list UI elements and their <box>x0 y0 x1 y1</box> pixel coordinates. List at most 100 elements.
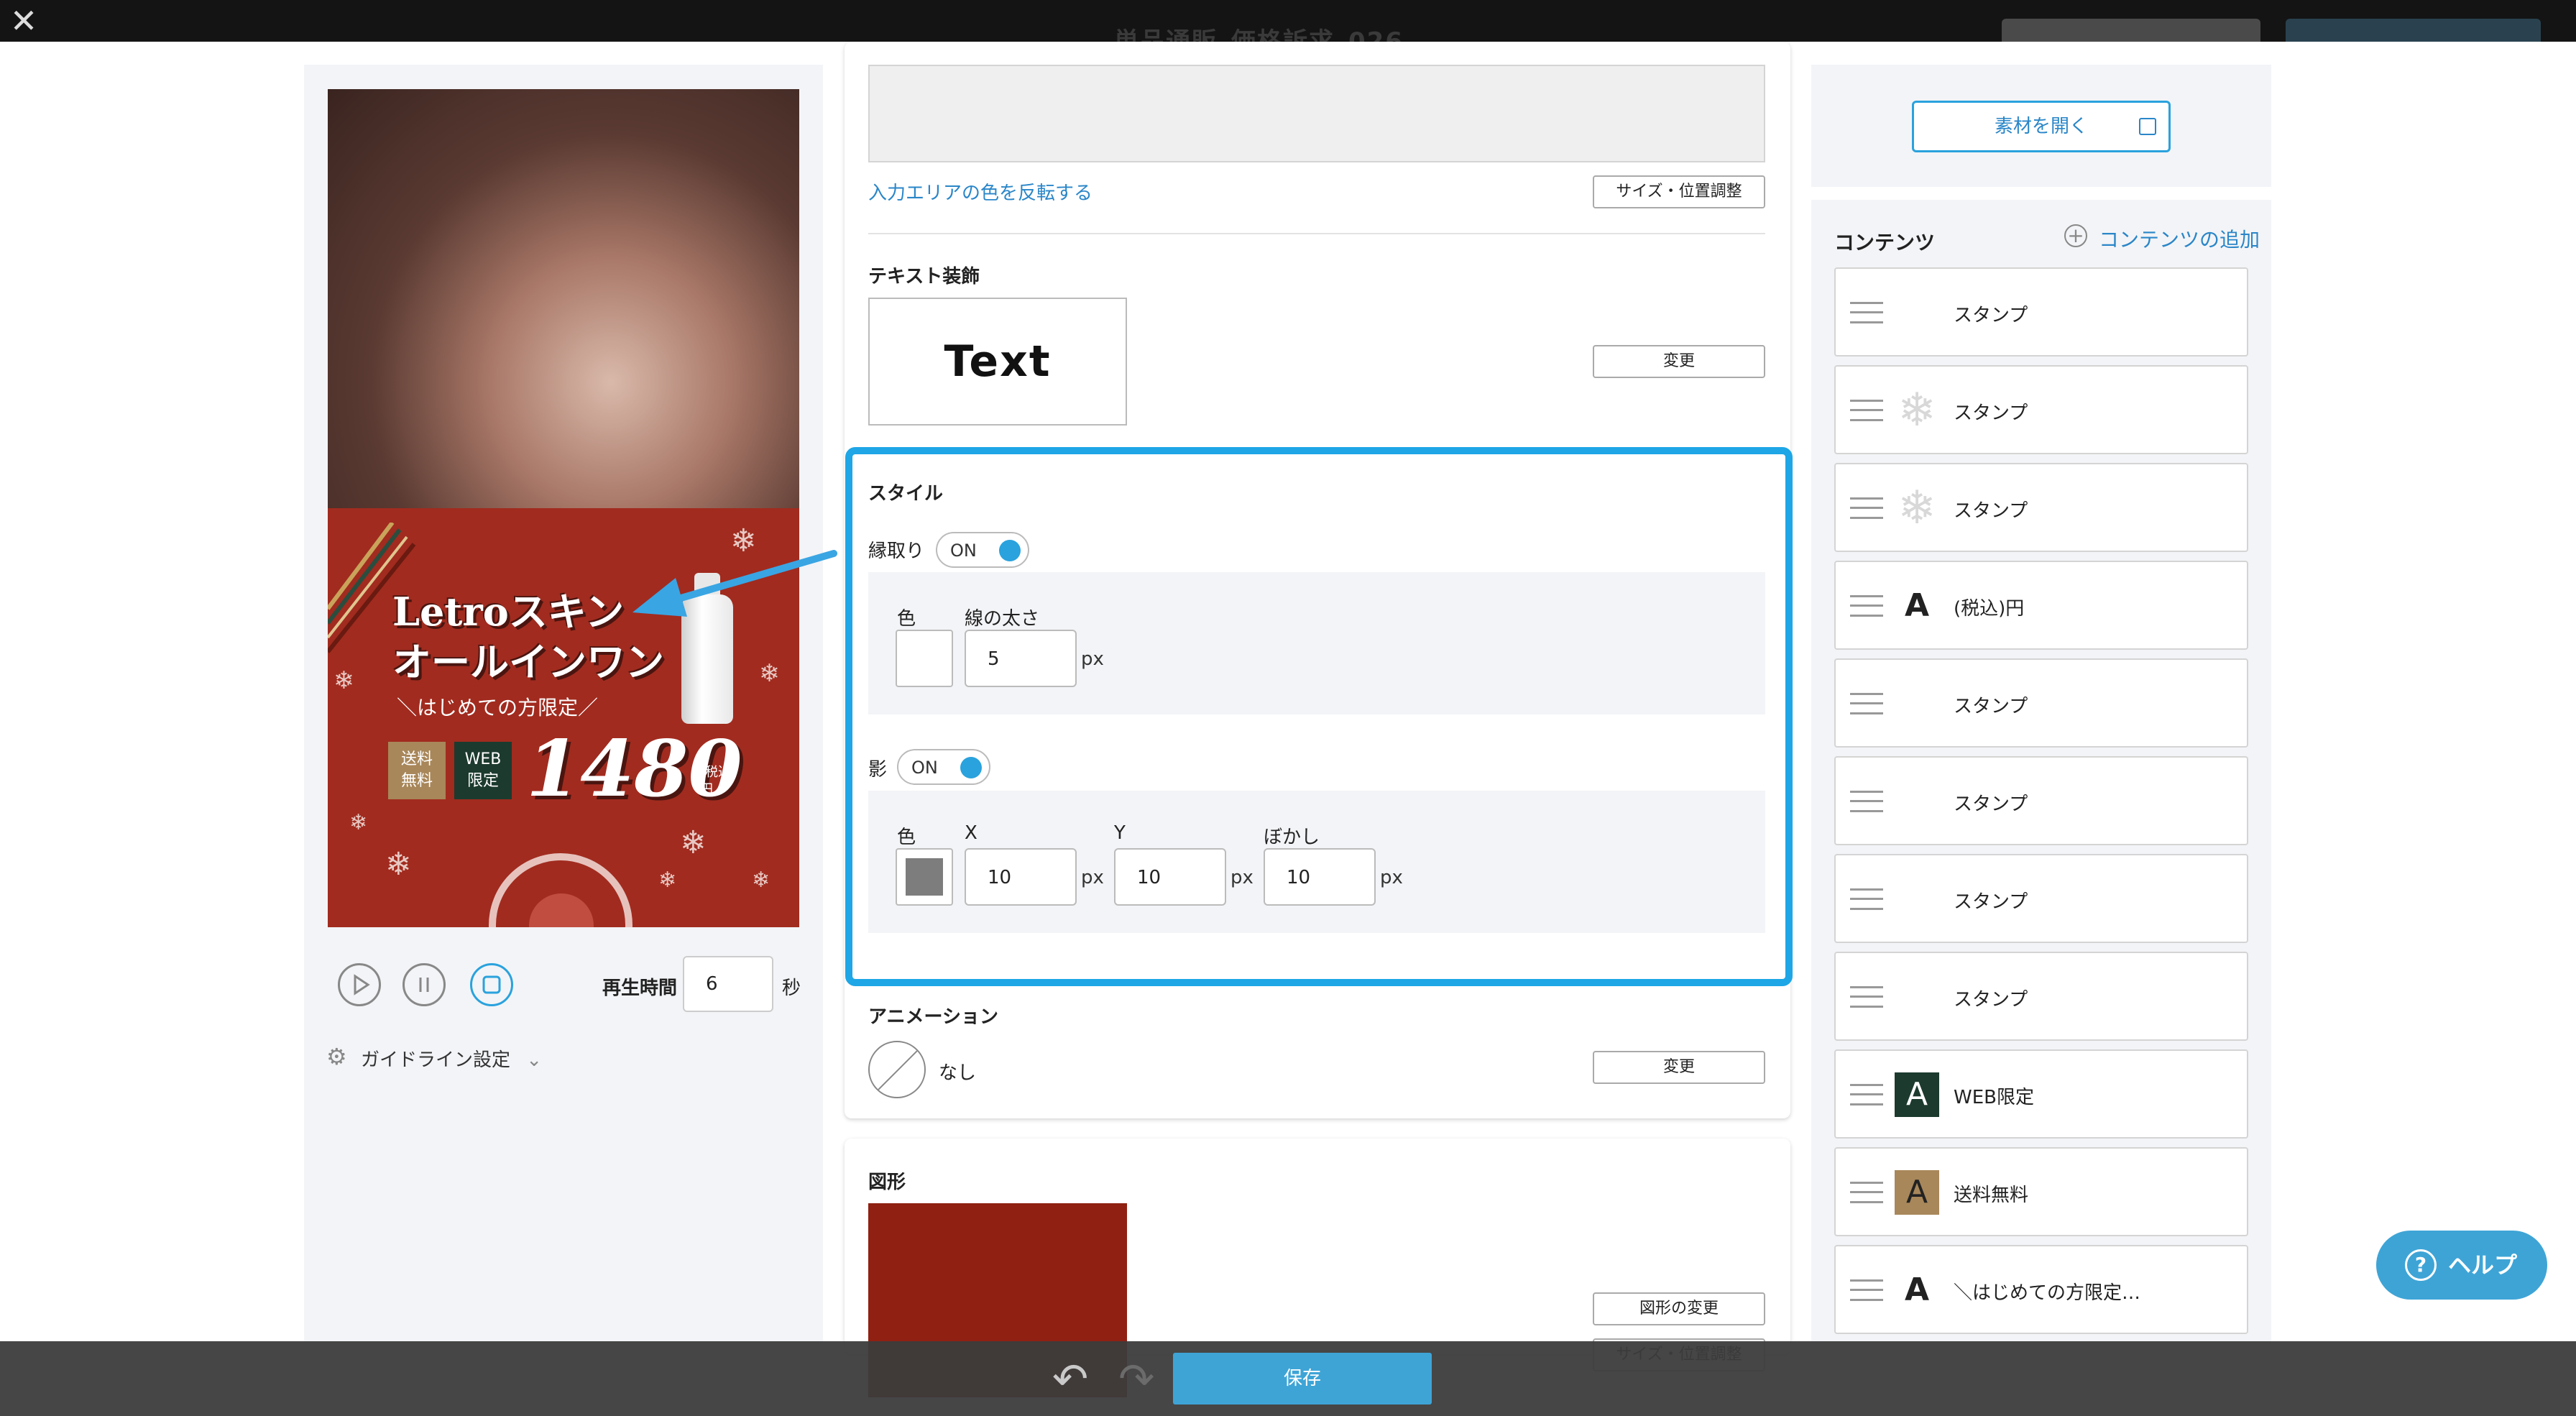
badge-web-only[interactable]: WEB 限定 <box>454 742 512 799</box>
contents-title: コンテンツ <box>1834 231 1936 254</box>
snowflake-thumb-icon: ❄ <box>1898 384 1936 437</box>
stop-button[interactable] <box>470 963 513 1006</box>
drag-handle-icon[interactable] <box>1850 888 1883 910</box>
banner-preview: Letroスキン オールインワン ＼はじめての方限定／ 送料 無料 WEB 限定… <box>328 89 799 927</box>
drag-handle-icon[interactable] <box>1850 1279 1883 1301</box>
outline-width-input[interactable]: 5 <box>965 630 1077 687</box>
animation-title: アニメーション <box>868 1006 998 1028</box>
export-button[interactable] <box>2286 19 2541 42</box>
help-button[interactable]: ヘルプ <box>2376 1231 2547 1300</box>
outline-width-label: 線の太さ <box>965 608 1040 630</box>
drag-handle-icon[interactable] <box>1850 791 1883 812</box>
badge-free-shipping[interactable]: 送料 無料 <box>388 742 446 799</box>
size-position-button[interactable]: サイズ・位置調整 <box>1593 175 1765 208</box>
snowflake-icon: ❄ <box>349 810 368 835</box>
px-unit: px <box>1081 648 1104 670</box>
text-thumb-icon: A <box>1895 1170 1939 1215</box>
stop-icon <box>482 975 501 994</box>
shape-title: 図形 <box>868 1172 906 1193</box>
invert-color-link[interactable]: 入力エリアの色を反転する <box>868 178 1092 205</box>
drag-handle-icon[interactable] <box>1850 400 1883 421</box>
px-unit: px <box>1380 867 1403 888</box>
guideline-settings[interactable]: ガイドライン設定 ⌄ <box>328 1045 542 1072</box>
banner-subtitle[interactable]: ＼はじめての方限定／ <box>397 692 598 721</box>
contents-list-item[interactable]: A 送料無料 <box>1834 1147 2248 1236</box>
contents-list-item[interactable]: ❄ スタンプ <box>1834 463 2248 552</box>
shadow-toggle[interactable]: ON <box>897 749 990 785</box>
outline-color-swatch[interactable] <box>896 630 953 687</box>
banner-title-line2[interactable]: オールインワン <box>392 630 664 687</box>
toggle-knob <box>999 540 1021 561</box>
pause-button[interactable] <box>402 963 446 1006</box>
save-button[interactable]: 保存 <box>1173 1353 1432 1404</box>
shadow-y-label: Y <box>1114 822 1126 844</box>
contents-item-label: スタンプ <box>1954 794 2028 815</box>
text-input-area[interactable] <box>868 65 1765 162</box>
contents-list-item[interactable]: スタンプ <box>1834 267 2248 357</box>
change-decoration-button[interactable]: 変更 <box>1593 345 1765 378</box>
snowflake-thumb-icon: ❄ <box>1898 482 1936 535</box>
shadow-y-input[interactable]: 10 <box>1114 848 1226 906</box>
playtime-input[interactable]: 6 <box>683 956 773 1012</box>
top-bar: ✕ 単品通販_価格訴求_026 <box>0 0 2576 56</box>
pause-icon <box>419 978 429 992</box>
text-thumb-icon: A <box>1895 1072 1939 1117</box>
drag-handle-icon[interactable] <box>1850 595 1883 617</box>
drag-handle-icon[interactable] <box>1850 302 1883 323</box>
shadow-x-label: X <box>965 822 978 844</box>
animation-value: なし <box>939 1062 977 1084</box>
px-unit: px <box>1230 867 1254 888</box>
product-photo <box>328 89 799 508</box>
change-animation-button[interactable]: 変更 <box>1593 1051 1765 1084</box>
add-contents-link[interactable]: コンテンツの追加 <box>2099 224 2260 253</box>
contents-item-label: 送料無料 <box>1954 1185 2029 1206</box>
play-button[interactable] <box>338 963 381 1006</box>
contents-list-item[interactable]: A (税込)円 <box>1834 561 2248 650</box>
contents-list-item[interactable]: A WEB限定 <box>1834 1049 2248 1139</box>
contents-list-item[interactable]: ❄ スタンプ <box>1834 365 2248 454</box>
open-material-button[interactable]: 素材を開く <box>1912 101 2171 152</box>
change-shape-button[interactable]: 図形の変更 <box>1593 1292 1765 1325</box>
text-decoration-preview: Text <box>868 298 1127 426</box>
snowflake-icon: ❄ <box>759 659 780 688</box>
snowflake-icon: ❄ <box>752 868 770 893</box>
drag-handle-icon[interactable] <box>1850 1182 1883 1203</box>
badge-free-shipping-text: 送料 無料 <box>400 750 433 790</box>
plus-circle-icon[interactable]: + <box>2064 224 2087 247</box>
outline-toggle[interactable]: ON <box>936 532 1029 568</box>
close-icon[interactable]: ✕ <box>6 3 42 39</box>
playtime-label: 再生時間 <box>602 978 678 999</box>
drag-handle-icon[interactable] <box>1850 1084 1883 1105</box>
redo-icon[interactable]: ↷ <box>1118 1354 1154 1404</box>
shadow-blur-label: ぼかし <box>1264 827 1320 848</box>
top-menu-button[interactable] <box>2002 19 2260 42</box>
shadow-label: 影 <box>868 759 888 781</box>
guideline-label: ガイドライン設定 <box>361 1049 511 1071</box>
snowflake-icon: ❄ <box>680 824 707 861</box>
contents-item-label: スタンプ <box>1954 696 2028 717</box>
snowflake-icon: ❄ <box>385 846 412 883</box>
drag-handle-icon[interactable] <box>1850 693 1883 714</box>
blank-thumb-icon <box>1895 877 1939 921</box>
style-title: スタイル <box>868 483 944 505</box>
contents-list-item[interactable]: スタンプ <box>1834 756 2248 845</box>
drag-handle-icon[interactable] <box>1850 986 1883 1008</box>
undo-icon[interactable]: ↶ <box>1052 1354 1088 1404</box>
shadow-x-input[interactable]: 10 <box>965 848 1077 906</box>
chevron-down-icon: ⌄ <box>526 1049 543 1071</box>
drag-handle-icon[interactable] <box>1850 497 1883 519</box>
shadow-blur-input[interactable]: 10 <box>1264 848 1376 906</box>
play-icon <box>354 974 370 996</box>
blank-thumb-icon <box>1895 681 1939 726</box>
outline-label: 縁取り <box>868 541 925 562</box>
banner-title-line1[interactable]: Letroスキン <box>392 580 624 637</box>
contents-list-item[interactable]: スタンプ <box>1834 952 2248 1041</box>
shadow-color-swatch[interactable] <box>896 848 953 906</box>
contents-item-label: スタンプ <box>1954 891 2028 913</box>
shadow-color-label: 色 <box>897 827 916 848</box>
price-unit[interactable]: (税込) 円 <box>700 764 736 799</box>
contents-list-item[interactable]: スタンプ <box>1834 658 2248 748</box>
contents-list-item[interactable]: スタンプ <box>1834 854 2248 943</box>
contents-list-item[interactable]: A ＼はじめての方限定… <box>1834 1245 2248 1334</box>
badge-web-only-text: WEB 限定 <box>464 750 502 790</box>
